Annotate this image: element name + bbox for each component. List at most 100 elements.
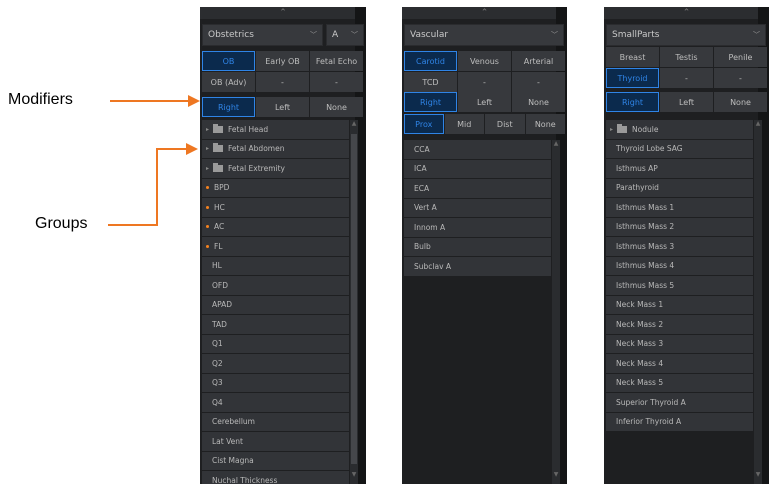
list-item[interactable]: Isthmus AP bbox=[606, 159, 753, 178]
list-item[interactable]: Q3 bbox=[202, 373, 349, 392]
list-item[interactable]: Isthmus Mass 4 bbox=[606, 256, 753, 275]
exam-select[interactable]: Obstetrics ﹀ bbox=[202, 24, 323, 46]
exam-select[interactable]: Vascular ﹀ bbox=[404, 24, 564, 46]
modifier-left[interactable]: Left bbox=[458, 92, 511, 112]
preset-empty[interactable]: - bbox=[714, 68, 767, 88]
collapse-up-icon[interactable]: ⌃ bbox=[402, 7, 567, 19]
preset-ob[interactable]: OB bbox=[202, 51, 255, 71]
list-item[interactable]: Q1 bbox=[202, 334, 349, 353]
preset-carotid[interactable]: Carotid bbox=[404, 51, 457, 71]
list-item[interactable]: Subclav A bbox=[404, 257, 551, 276]
list-item[interactable]: ICA bbox=[404, 159, 551, 178]
list-item[interactable]: TAD bbox=[202, 315, 349, 334]
obstetrics-panel: ⌃ « Obstetrics ﹀ A ﹀ OB Early OB Fetal E… bbox=[200, 7, 366, 484]
status-dot-icon bbox=[206, 225, 209, 229]
side-select-value: A bbox=[332, 30, 339, 40]
list-item[interactable]: Neck Mass 3 bbox=[606, 334, 753, 353]
modifier-prox[interactable]: Prox bbox=[404, 114, 444, 134]
preset-empty[interactable]: - bbox=[660, 68, 713, 88]
list-item[interactable]: Q4 bbox=[202, 393, 349, 412]
group-fetal-head[interactable]: ▸ Fetal Head bbox=[202, 120, 349, 139]
preset-ob-adv[interactable]: OB (Adv) bbox=[202, 72, 255, 92]
modifier-none[interactable]: None bbox=[525, 114, 565, 134]
list-item-ac[interactable]: AC bbox=[202, 217, 349, 236]
preset-grid: OB Early OB Fetal Echo OB (Adv) - - bbox=[202, 51, 363, 92]
collapse-up-icon[interactable]: ⌃ bbox=[604, 7, 769, 19]
preset-breast[interactable]: Breast bbox=[606, 47, 659, 67]
list-item[interactable]: Neck Mass 4 bbox=[606, 354, 753, 373]
preset-empty[interactable]: - bbox=[256, 72, 309, 92]
preset-thyroid[interactable]: Thyroid bbox=[606, 68, 659, 88]
modifier-none[interactable]: None bbox=[512, 92, 565, 112]
list-scrollbar[interactable]: ▲ ▼ bbox=[350, 120, 358, 484]
list-item[interactable]: ECA bbox=[404, 179, 551, 198]
preset-penile[interactable]: Penile bbox=[714, 47, 767, 67]
list-item[interactable]: Neck Mass 1 bbox=[606, 295, 753, 314]
list-item[interactable]: Bulb bbox=[404, 237, 551, 256]
list-item[interactable]: Neck Mass 2 bbox=[606, 315, 753, 334]
preset-arterial[interactable]: Arterial bbox=[512, 51, 565, 71]
modifier-grid: Right Left None bbox=[202, 97, 363, 117]
list-item[interactable]: Superior Thyroid A bbox=[606, 393, 753, 412]
list-item[interactable]: Inferior Thyroid A bbox=[606, 412, 753, 431]
modifier-left[interactable]: Left bbox=[256, 97, 309, 117]
list-item[interactable]: Isthmus Mass 3 bbox=[606, 237, 753, 256]
list-item[interactable]: Thyroid Lobe SAG bbox=[606, 139, 753, 158]
scroll-down-icon[interactable]: ▼ bbox=[552, 471, 560, 478]
modifier-right[interactable]: Right bbox=[606, 92, 659, 112]
list-item[interactable]: Innom A bbox=[404, 218, 551, 237]
group-fetal-abdomen[interactable]: ▸ Fetal Abdomen bbox=[202, 139, 349, 158]
list-item[interactable]: Nuchal Thickness bbox=[202, 471, 349, 484]
list-item[interactable]: Neck Mass 5 bbox=[606, 373, 753, 392]
modifier-mid[interactable]: Mid bbox=[444, 114, 484, 134]
caret-right-icon: ▸ bbox=[206, 164, 210, 172]
exam-select-row: Obstetrics ﹀ A ﹀ bbox=[202, 24, 364, 46]
list-item[interactable]: Cist Magna bbox=[202, 451, 349, 470]
list-scrollbar[interactable]: ▲ ▼ bbox=[552, 140, 560, 484]
folder-icon bbox=[617, 123, 628, 133]
list-scrollbar[interactable]: ▲ ▼ bbox=[754, 120, 762, 484]
list-item[interactable]: Isthmus Mass 5 bbox=[606, 276, 753, 295]
collapse-up-icon[interactable]: ⌃ bbox=[200, 7, 366, 19]
status-dot-icon bbox=[206, 244, 209, 248]
preset-early-ob[interactable]: Early OB bbox=[256, 51, 309, 71]
list-item[interactable]: CCA bbox=[404, 140, 551, 159]
modifier-left[interactable]: Left bbox=[660, 92, 713, 112]
exam-select[interactable]: SmallParts ﹀ bbox=[606, 24, 766, 46]
scroll-up-icon[interactable]: ▲ bbox=[350, 120, 358, 127]
list-item[interactable]: Isthmus Mass 2 bbox=[606, 217, 753, 236]
list-item[interactable]: Cerebellum bbox=[202, 412, 349, 431]
list-item[interactable]: Vert A bbox=[404, 198, 551, 217]
scroll-down-icon[interactable]: ▼ bbox=[754, 471, 762, 478]
scroll-down-icon[interactable]: ▼ bbox=[350, 471, 358, 478]
list-item[interactable]: APAD bbox=[202, 295, 349, 314]
list-item[interactable]: Lat Vent bbox=[202, 432, 349, 451]
list-item[interactable]: HL bbox=[202, 256, 349, 275]
preset-empty[interactable]: - bbox=[310, 72, 363, 92]
list-item[interactable]: Isthmus Mass 1 bbox=[606, 198, 753, 217]
modifier-none[interactable]: None bbox=[714, 92, 767, 112]
scroll-thumb[interactable] bbox=[351, 134, 357, 464]
preset-testis[interactable]: Testis bbox=[660, 47, 713, 67]
preset-tcd[interactable]: TCD bbox=[404, 72, 457, 92]
group-nodule[interactable]: ▸ Nodule bbox=[606, 120, 753, 139]
scroll-up-icon[interactable]: ▲ bbox=[552, 140, 560, 147]
preset-venous[interactable]: Venous bbox=[458, 51, 511, 71]
side-select[interactable]: A ﹀ bbox=[326, 24, 364, 46]
list-item[interactable]: Parathyroid bbox=[606, 178, 753, 197]
list-item[interactable]: OFD bbox=[202, 276, 349, 295]
list-item-hc[interactable]: HC bbox=[202, 198, 349, 217]
modifier-right[interactable]: Right bbox=[202, 97, 255, 117]
list-item-fl[interactable]: FL bbox=[202, 237, 349, 256]
preset-empty[interactable]: - bbox=[458, 72, 511, 92]
preset-fetal-echo[interactable]: Fetal Echo bbox=[310, 51, 363, 71]
list-item-bpd[interactable]: BPD bbox=[202, 178, 349, 197]
preset-empty[interactable]: - bbox=[512, 72, 565, 92]
group-fetal-extremity[interactable]: ▸ Fetal Extremity bbox=[202, 159, 349, 178]
chevron-down-icon: ﹀ bbox=[351, 31, 358, 39]
list-item[interactable]: Q2 bbox=[202, 354, 349, 373]
modifier-dist[interactable]: Dist bbox=[485, 114, 525, 134]
scroll-up-icon[interactable]: ▲ bbox=[754, 120, 762, 127]
modifier-right[interactable]: Right bbox=[404, 92, 457, 112]
modifier-none[interactable]: None bbox=[310, 97, 363, 117]
